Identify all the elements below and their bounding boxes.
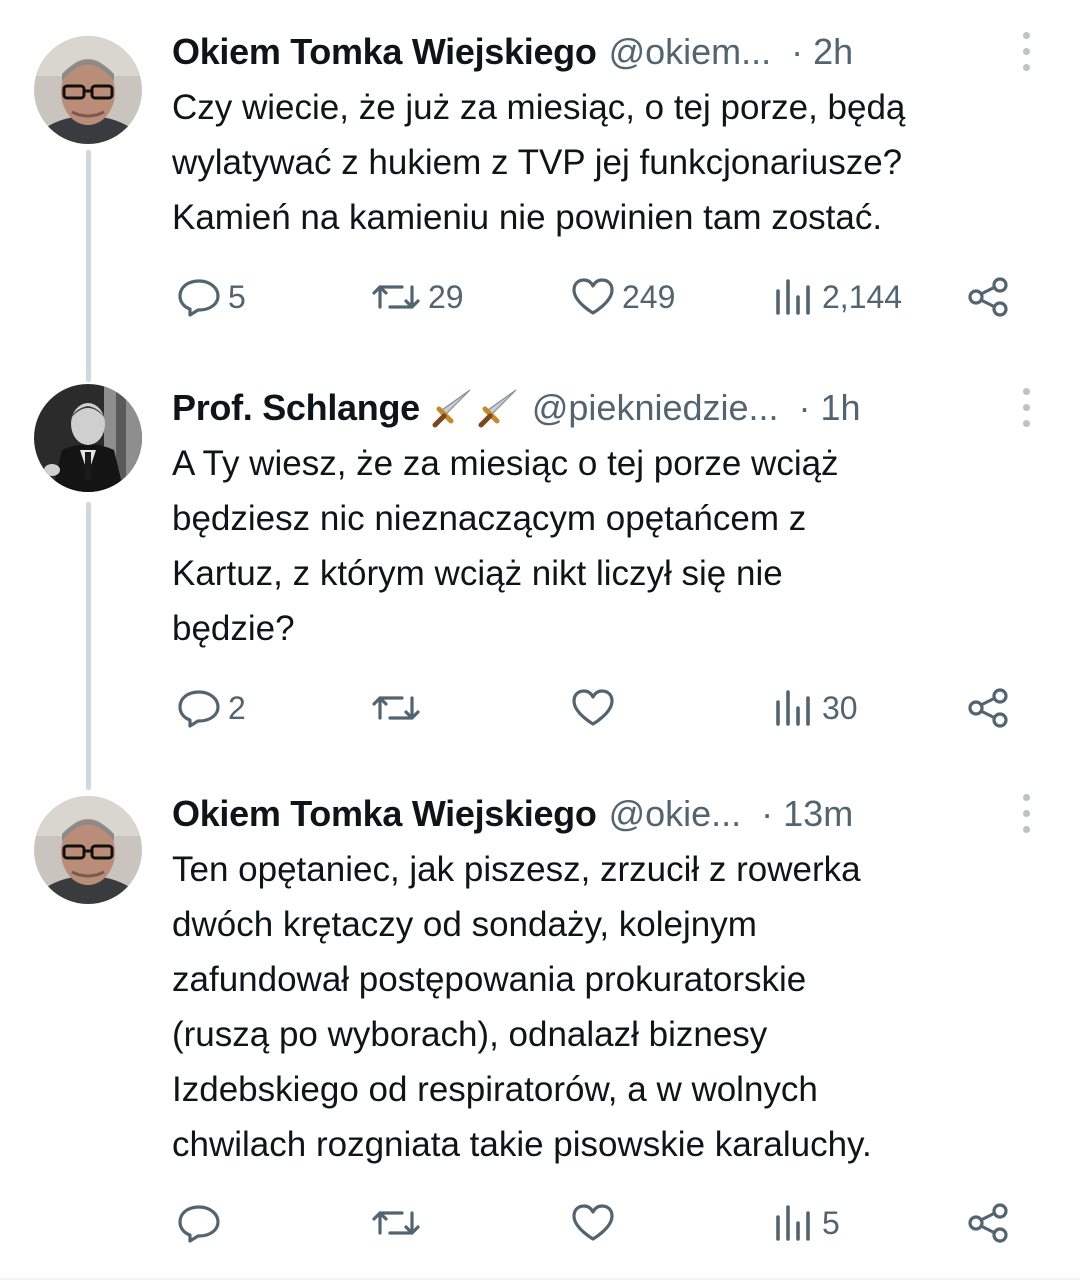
share-icon — [966, 277, 1012, 317]
thread-line — [86, 150, 91, 380]
view-count: 30 — [822, 689, 858, 726]
share-button[interactable] — [966, 277, 1012, 317]
retweet-count: 29 — [428, 278, 464, 315]
text-line: chwilach rozgniata takie pisowskie karal… — [172, 1125, 872, 1164]
thread-line — [86, 370, 91, 382]
avatar[interactable] — [34, 796, 142, 904]
more-vertical-icon[interactable] — [1020, 30, 1032, 74]
avatar[interactable] — [34, 36, 142, 144]
dagger-emoji — [430, 386, 520, 430]
display-name[interactable]: Prof. Schlange — [172, 387, 420, 429]
timestamp[interactable]: · 2h — [791, 31, 853, 73]
tweet-text: A Ty wiesz, że za miesiąc o tej porze wc… — [172, 436, 1040, 656]
tweet-1[interactable]: Okiem Tomka Wiejskiego @okiem... · 2h Cz… — [0, 0, 1080, 380]
like-button[interactable] — [570, 688, 622, 728]
views-button[interactable]: 5 — [770, 1203, 840, 1243]
reply-button[interactable]: 5 — [176, 277, 246, 317]
tweet-text: Czy wiecie, że już za miesiąc, o tej por… — [172, 80, 1040, 245]
tweet-header: Okiem Tomka Wiejskiego @okiem... · 2h — [172, 30, 1010, 74]
heart-icon — [570, 688, 616, 728]
text-line: Izdebskiego od respiratorów, a w wolnych — [172, 1070, 818, 1109]
tweet-2[interactable]: Prof. Schlange @piekniedzie... · 1h A Ty… — [0, 370, 1080, 790]
retweet-button[interactable] — [370, 688, 428, 728]
tweet-header: Prof. Schlange @piekniedzie... · 1h — [172, 386, 1010, 430]
text-line: będziesz nic nieznaczącym opętańcem z — [172, 499, 807, 538]
user-handle[interactable]: @okie... — [609, 793, 742, 835]
text-line: dwóch krętaczy od sondaży, kolejnym — [172, 905, 757, 944]
tweet-3[interactable]: Okiem Tomka Wiejskiego @okie... · 13m Te… — [0, 790, 1080, 1280]
like-button[interactable]: 249 — [570, 277, 675, 317]
text-line: Kartuz, z którym wciąż nikt liczył się n… — [172, 554, 783, 593]
like-button[interactable] — [570, 1203, 622, 1243]
text-line: Ten opętaniec, jak piszesz, zrzucił z ro… — [172, 850, 861, 889]
retweet-icon — [370, 277, 422, 317]
more-vertical-icon[interactable] — [1020, 386, 1032, 430]
reply-icon — [176, 277, 222, 317]
heart-icon — [570, 277, 616, 317]
retweet-icon — [370, 688, 422, 728]
text-line: będzie? — [172, 609, 295, 648]
retweet-button[interactable] — [370, 1203, 428, 1243]
view-count: 2,144 — [822, 278, 903, 315]
retweet-icon — [370, 1203, 422, 1243]
text-line: wylatywać z hukiem z TVP jej funkcjonari… — [172, 143, 903, 182]
heart-icon — [570, 1203, 616, 1243]
tweet-header: Okiem Tomka Wiejskiego @okie... · 13m — [172, 792, 1010, 836]
text-line: Czy wiecie, że już za miesiąc, o tej por… — [172, 88, 906, 127]
like-count: 249 — [622, 278, 676, 315]
reply-button[interactable] — [176, 1203, 228, 1243]
views-button[interactable]: 2,144 — [770, 277, 902, 317]
reply-count: 2 — [228, 689, 246, 726]
share-button[interactable] — [966, 688, 1012, 728]
views-button[interactable]: 30 — [770, 688, 858, 728]
timestamp[interactable]: · 13m — [761, 793, 853, 835]
share-icon — [966, 688, 1012, 728]
user-handle[interactable]: @piekniedzie... — [532, 387, 779, 429]
views-icon — [770, 1203, 816, 1243]
text-line: A Ty wiesz, że za miesiąc o tej porze wc… — [172, 444, 839, 483]
views-icon — [770, 688, 816, 728]
text-line: zafundował postępowania prokuratorskie — [172, 960, 807, 999]
thread-line — [86, 502, 91, 790]
reply-button[interactable]: 2 — [176, 688, 246, 728]
views-icon — [770, 277, 816, 317]
reply-count: 5 — [228, 278, 246, 315]
display-name[interactable]: Okiem Tomka Wiejskiego — [172, 31, 597, 73]
timestamp[interactable]: · 1h — [799, 387, 861, 429]
user-handle[interactable]: @okiem... — [609, 31, 772, 73]
avatar[interactable] — [34, 384, 142, 492]
reply-icon — [176, 688, 222, 728]
tweet-text: Ten opętaniec, jak piszesz, zrzucił z ro… — [172, 842, 1040, 1172]
share-icon — [966, 1203, 1012, 1243]
action-bar: 2 30 — [172, 683, 1020, 733]
share-button[interactable] — [966, 1203, 1012, 1243]
reply-icon — [176, 1203, 222, 1243]
more-vertical-icon[interactable] — [1020, 792, 1032, 836]
text-line: Kamień na kamieniu nie powinien tam zost… — [172, 198, 883, 237]
view-count: 5 — [822, 1204, 840, 1241]
display-name[interactable]: Okiem Tomka Wiejskiego — [172, 793, 597, 835]
retweet-button[interactable]: 29 — [370, 277, 464, 317]
action-bar: 5 — [172, 1198, 1020, 1248]
action-bar: 5 29 249 2,144 — [172, 272, 1020, 322]
text-line: (ruszą po wyborach), odnalazł biznesy — [172, 1015, 768, 1054]
